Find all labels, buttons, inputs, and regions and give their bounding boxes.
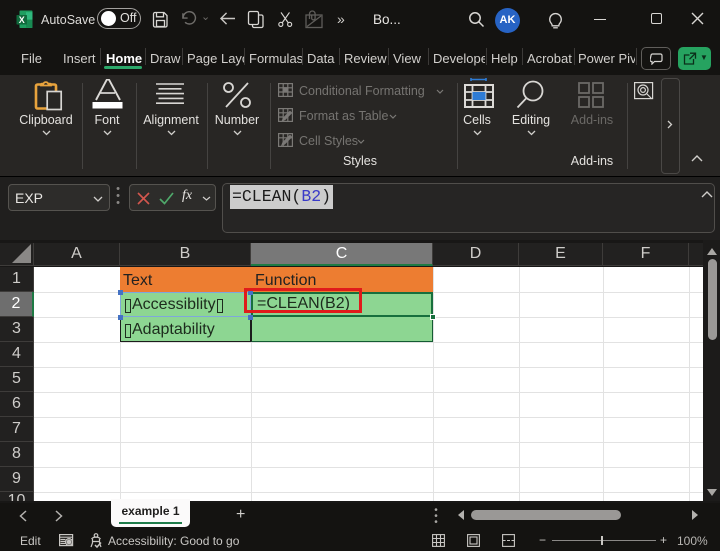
svg-text:X: X (19, 15, 25, 25)
